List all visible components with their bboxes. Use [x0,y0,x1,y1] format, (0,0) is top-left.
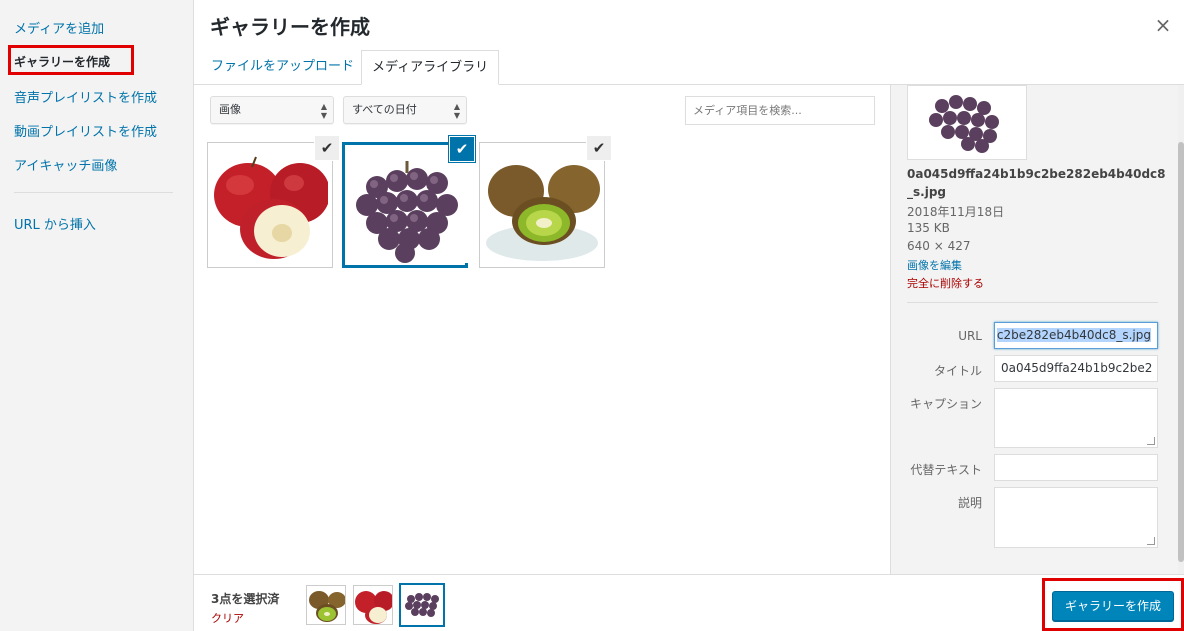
selection-count: 3点を選択済 [211,592,280,606]
caption-textarea[interactable] [994,388,1158,448]
filter-date-value: すべての日付 [352,103,417,116]
clear-selection-link[interactable]: クリア [211,610,244,626]
details-filesize: 135 KB [907,221,950,235]
selection-thumb-grapes[interactable] [399,583,445,627]
checkmark-icon-kiwi[interactable]: ✔ [587,136,611,160]
title-label: タイトル [933,364,982,378]
menu-item-featured-image[interactable]: アイキャッチ画像 [14,155,117,174]
close-icon[interactable]: × [1154,14,1172,36]
select-arrows-icon: ▲ ▼ [453,102,460,120]
kiwi-image [484,147,600,263]
alt-text-field[interactable] [994,454,1158,481]
menu-item-audio-playlist[interactable]: 音声プレイリストを作成 [14,87,157,106]
menu-item-insert-from-url[interactable]: URL から挿入 [14,214,96,233]
details-separator [907,302,1158,303]
frame-title: ギャラリーを作成 [210,15,370,39]
attachment-apple[interactable] [207,142,333,268]
details-filename: 0a045d9ffa24b1b9c2be282eb4b40dc8_s.jpg [907,167,1166,199]
details-thumbnail [907,85,1027,160]
description-label: 説明 [957,496,982,510]
tab-upload-files[interactable]: ファイルをアップロード [201,50,364,85]
delete-permanently-link[interactable]: 完全に削除する [907,275,984,291]
tab-media-library[interactable]: メディアライブラリ [361,50,500,85]
selection-thumb-kiwi[interactable] [306,585,346,625]
menu-item-add-media[interactable]: メディアを追加 [14,18,104,37]
resize-handle-icon[interactable] [1147,437,1155,445]
menu-separator [14,192,173,193]
url-label: URL [958,329,982,343]
checkmark-icon-grapes[interactable]: ✔ [450,137,474,161]
filter-type-value: 画像 [219,103,241,116]
edit-image-link[interactable]: 画像を編集 [907,257,962,273]
select-arrows-icon: ▲ ▼ [320,102,327,120]
resize-handle-icon[interactable] [1147,537,1155,545]
media-search-input[interactable]: メディア項目を検索... [685,96,875,125]
media-frame-menu: メディアを追加 ギャラリーを作成 音声プレイリストを作成 動画プレイリストを作成… [0,0,194,631]
highlight-box-button [1042,578,1184,631]
highlight-box-menu [8,45,134,75]
sidebar-scrollbar[interactable] [1178,85,1184,574]
selection-thumb-apple[interactable] [353,585,393,625]
attachment-kiwi[interactable] [479,142,605,268]
details-date: 2018年11月18日 [907,205,1005,219]
description-textarea[interactable] [994,487,1158,548]
menu-item-video-playlist[interactable]: 動画プレイリストを作成 [14,121,157,140]
checkmark-icon-apple[interactable]: ✔ [315,136,339,160]
title-field[interactable]: 0a045d9ffa24b1b9c2be2 [994,355,1158,382]
filter-type-select[interactable]: 画像 ▲ ▼ [210,96,334,124]
scrollbar-thumb[interactable] [1178,142,1184,562]
apple-image [212,147,328,263]
filter-date-select[interactable]: すべての日付 ▲ ▼ [343,96,467,124]
grapes-image [347,147,469,263]
alt-text-label: 代替テキスト [910,463,982,477]
url-field[interactable]: c2be282eb4b40dc8_s.jpg [994,322,1158,349]
frame-title-bar: ギャラリーを作成 × [194,0,1184,50]
url-value: c2be282eb4b40dc8_s.jpg [996,328,1151,342]
caption-label: キャプション [909,397,982,411]
details-dimensions: 640 × 427 [907,239,971,253]
